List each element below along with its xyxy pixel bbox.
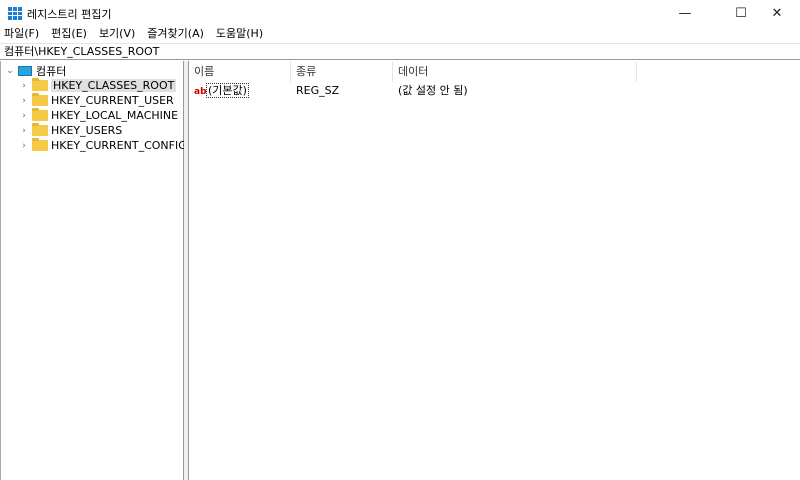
values-pane[interactable]: 이름 종류 데이터 ab(기본값) REG_SZ (값 설정 안 됨) bbox=[188, 61, 800, 480]
close-button[interactable]: ✕ bbox=[754, 0, 800, 26]
value-name: (기본값) bbox=[206, 83, 249, 98]
value-type: REG_SZ bbox=[296, 84, 340, 97]
menu-edit[interactable]: 편집(E) bbox=[51, 26, 87, 42]
folder-icon bbox=[32, 138, 48, 151]
tree-node-hkcc[interactable]: › HKEY_CURRENT_CONFIG bbox=[19, 138, 187, 153]
folder-icon bbox=[32, 108, 48, 121]
menu-bar: 파일(F) 편집(E) 보기(V) 즐겨찾기(A) 도움말(H) bbox=[0, 26, 800, 42]
tree-node-hklm[interactable]: › HKEY_LOCAL_MACHINE bbox=[19, 108, 178, 123]
chevron-down-icon[interactable]: ⌄ bbox=[5, 66, 15, 76]
column-header-name[interactable]: 이름 bbox=[189, 62, 291, 82]
folder-icon bbox=[32, 93, 48, 106]
tree-pane[interactable]: ⌄ 컴퓨터 › HKEY_CLASSES_ROOT › HKEY_CURRENT… bbox=[0, 61, 187, 480]
value-data: (값 설정 안 됨) bbox=[398, 84, 468, 97]
tree-node-label: 컴퓨터 bbox=[36, 64, 67, 78]
chevron-right-icon[interactable]: › bbox=[19, 126, 29, 136]
menu-view[interactable]: 보기(V) bbox=[99, 26, 135, 42]
minimize-button[interactable]: — bbox=[662, 0, 708, 26]
column-header-data[interactable]: 데이터 bbox=[393, 62, 637, 82]
value-row[interactable]: ab(기본값) bbox=[194, 83, 249, 99]
window-title: 레지스트리 편집기 bbox=[27, 8, 112, 21]
registry-editor-icon bbox=[8, 7, 22, 20]
folder-icon bbox=[32, 78, 48, 91]
chevron-right-icon[interactable]: › bbox=[19, 81, 29, 91]
tree-node-label: HKEY_CURRENT_CONFIG bbox=[51, 139, 187, 152]
tree-node-hkcr[interactable]: › HKEY_CLASSES_ROOT bbox=[19, 78, 177, 93]
folder-icon bbox=[32, 123, 48, 136]
tree-node-hku[interactable]: › HKEY_USERS bbox=[19, 123, 122, 138]
tree-node-label: HKEY_CURRENT_USER bbox=[51, 94, 174, 107]
string-value-icon: ab bbox=[194, 87, 207, 97]
tree-node-computer[interactable]: ⌄ 컴퓨터 bbox=[5, 63, 66, 78]
menu-file[interactable]: 파일(F) bbox=[4, 26, 39, 42]
menu-favorites[interactable]: 즐겨찾기(A) bbox=[147, 26, 204, 42]
tree-node-label: HKEY_USERS bbox=[51, 124, 123, 137]
tree-node-label: HKEY_CLASSES_ROOT bbox=[51, 79, 177, 92]
address-bar[interactable]: 컴퓨터\HKEY_CLASSES_ROOT bbox=[0, 43, 800, 60]
chevron-right-icon[interactable]: › bbox=[19, 111, 29, 121]
chevron-right-icon[interactable]: › bbox=[19, 141, 29, 151]
chevron-right-icon[interactable]: › bbox=[19, 96, 29, 106]
title-bar: 레지스트리 편집기 — ☐ ✕ bbox=[0, 0, 800, 26]
column-header-type[interactable]: 종류 bbox=[291, 62, 393, 82]
tree-node-hkcu[interactable]: › HKEY_CURRENT_USER bbox=[19, 93, 174, 108]
computer-icon bbox=[18, 65, 32, 76]
tree-node-label: HKEY_LOCAL_MACHINE bbox=[51, 109, 179, 122]
menu-help[interactable]: 도움말(H) bbox=[216, 26, 263, 42]
